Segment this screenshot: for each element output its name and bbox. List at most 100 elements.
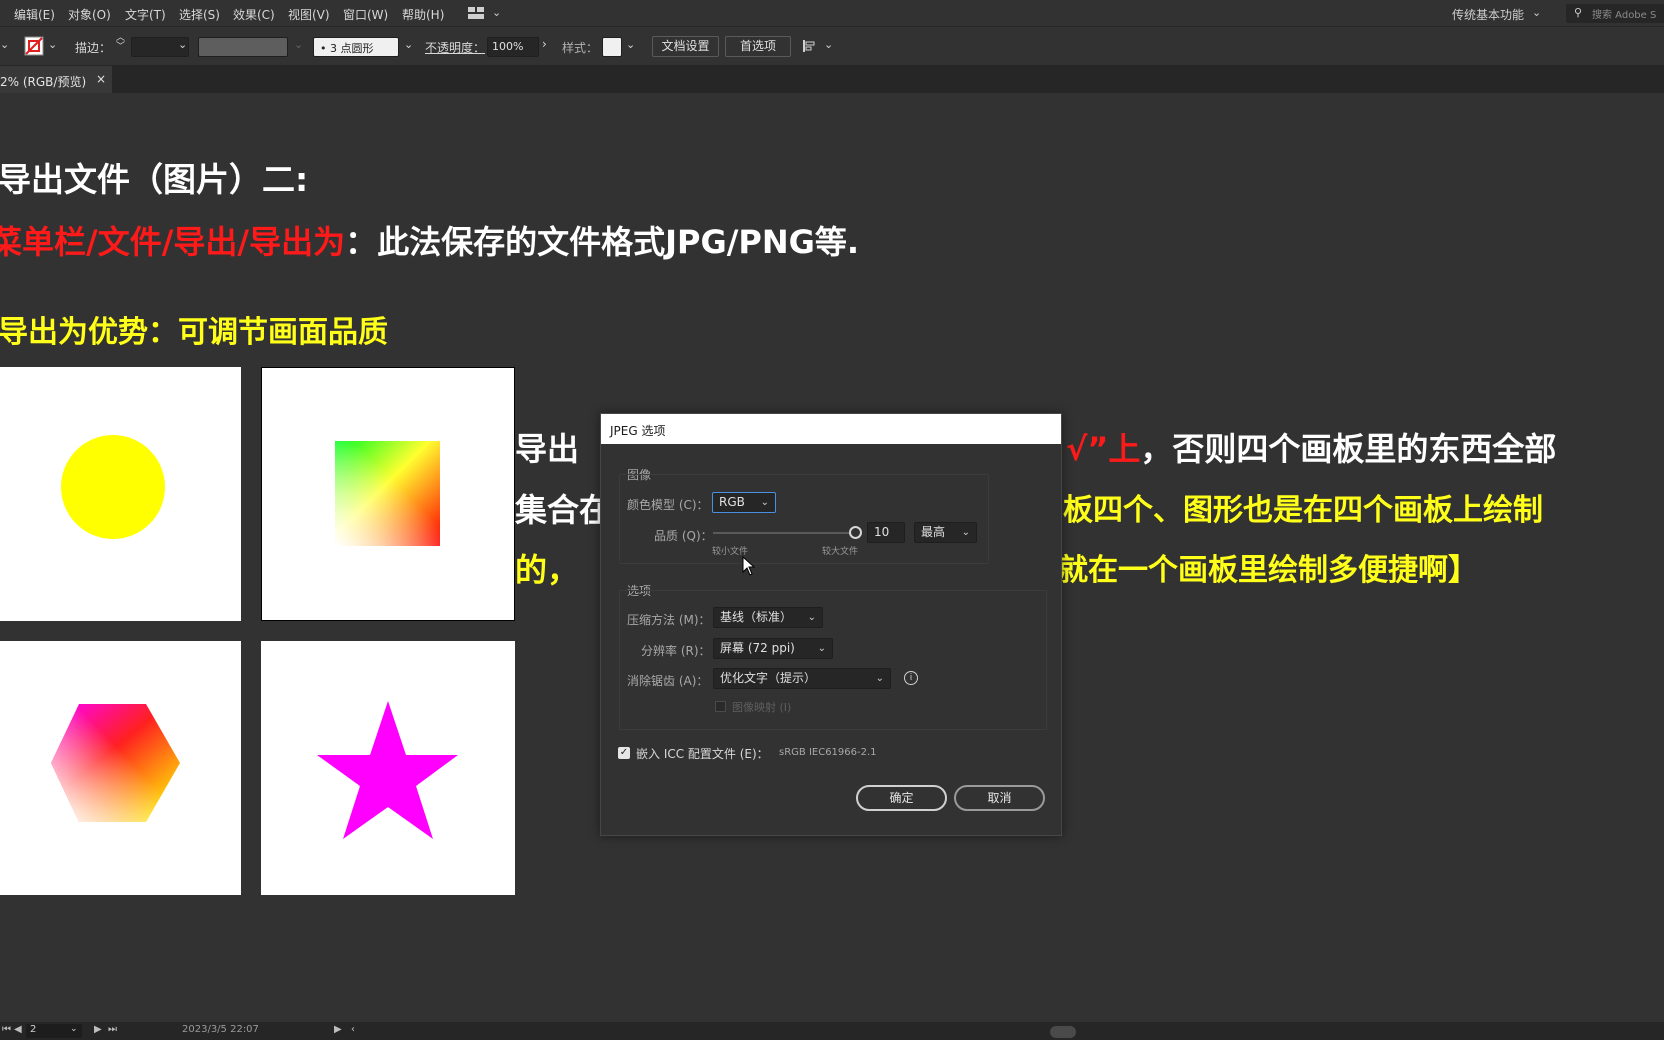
status-datetime: 2023/3/5 22:07 (182, 1024, 259, 1035)
line6-right-text: 就在一个画板里绘制多便捷啊】 (1058, 553, 1478, 588)
stroke-none-icon[interactable] (24, 36, 44, 56)
chevron-down-icon[interactable]: ⌄ (404, 38, 413, 51)
variable-width-profile[interactable] (198, 37, 288, 57)
cancel-button[interactable]: 取消 (954, 785, 1045, 811)
align-icon[interactable] (802, 39, 818, 53)
document-tab-label: 2% (RGB/预览) (0, 75, 87, 89)
embed-icc-checkbox[interactable]: ✓ (618, 747, 630, 759)
menu-edit[interactable]: 编辑(E) (14, 6, 55, 23)
workspace-switcher[interactable]: 传统基本功能 (1452, 6, 1524, 23)
magenta-star-shape[interactable] (261, 641, 515, 895)
menu-window[interactable]: 窗口(W) (343, 6, 388, 23)
quality-slider-track[interactable] (713, 532, 855, 534)
graphic-style-swatch[interactable] (602, 37, 622, 57)
quality-preset-select[interactable]: 最高 ⌄ (914, 522, 977, 543)
menu-type[interactable]: 文字(T) (125, 6, 166, 23)
horizontal-scrollbar-thumb[interactable] (1050, 1026, 1076, 1038)
line4-left-text: 导出 (515, 430, 580, 468)
last-artboard-icon[interactable]: ⏭ (108, 1024, 117, 1035)
artboard-2[interactable] (261, 367, 515, 621)
close-icon[interactable]: × (96, 72, 106, 86)
icc-profile-name: sRGB IEC61966-2.1 (779, 747, 877, 758)
menu-bar: 编辑(E) 对象(O) 文字(T) 选择(S) 效果(C) 视图(V) 窗口(W… (0, 0, 1664, 27)
color-model-label: 颜色模型 (C)： (627, 498, 709, 512)
first-artboard-icon[interactable]: ⏮ (2, 1024, 11, 1035)
larger-file-label: 较大文件 (822, 547, 859, 557)
chevron-down-icon[interactable]: ⌄ (824, 38, 833, 51)
line4-red-text: √”上 (1066, 430, 1141, 468)
line5-left-text: 集合在 (515, 491, 612, 529)
line6-left-text: 的， (515, 551, 580, 589)
stroke-label: 描边： (75, 41, 112, 55)
artboard-4[interactable] (261, 641, 515, 895)
mouse-cursor-icon (742, 556, 756, 576)
chevron-down-icon[interactable]: ⌄ (492, 6, 501, 19)
line4-white-text: ，否则四个画板里的东西全部 (1140, 430, 1557, 468)
quality-label: 品质 (Q)： (654, 529, 713, 543)
resolution-select[interactable]: 屏幕 (72 ppi) ⌄ (713, 638, 833, 659)
previous-artboard-icon[interactable]: ◀ (14, 1024, 22, 1035)
chevron-down-icon[interactable]: ⌄ (626, 38, 635, 51)
resolution-value: 屏幕 (72 ppi) (720, 641, 795, 655)
menu-effect[interactable]: 效果(C) (233, 6, 275, 23)
opacity-label[interactable]: 不透明度： (425, 39, 485, 56)
line5-right-text: 板四个、图形也是在四个画板上绘制 (1063, 493, 1543, 528)
status-menu-arrow-icon[interactable]: ▶ (334, 1024, 342, 1035)
chevron-down-icon: ⌄ (294, 38, 304, 51)
artboard-1[interactable] (0, 367, 241, 621)
heading-text: 导出文件（图片）二: (0, 160, 309, 199)
chevron-down-icon: ⌄ (807, 612, 816, 623)
chevron-down-icon[interactable]: ⌄ (48, 38, 57, 51)
document-tab[interactable]: 2% (RGB/预览) × (0, 66, 112, 93)
search-placeholder: 搜索 Adobe S (1592, 10, 1657, 21)
next-artboard-icon[interactable]: ▶ (94, 1024, 102, 1035)
image-map-checkbox (715, 701, 726, 712)
preferences-button[interactable]: 首选项 (725, 36, 791, 57)
quality-preset-value: 最高 (921, 525, 946, 539)
document-setup-button[interactable]: 文档设置 (652, 36, 719, 57)
gradient-hexagon-shape[interactable] (0, 641, 241, 895)
style-label: 样式： (562, 41, 599, 55)
chevron-down-icon: ⌄ (961, 527, 970, 538)
menu-object[interactable]: 对象(O) (68, 6, 111, 23)
chevron-down-icon: ⌄ (760, 497, 769, 508)
menu-select[interactable]: 选择(S) (179, 6, 220, 23)
menu-help[interactable]: 帮助(H) (402, 6, 444, 23)
color-model-select[interactable]: RGB ⌄ (712, 492, 776, 513)
color-model-value: RGB (719, 495, 745, 509)
yellow-circle-shape[interactable] (0, 367, 241, 621)
chevron-down-icon[interactable]: ⌄ (178, 38, 187, 51)
document-tab-bar: 2% (RGB/预览) × (0, 66, 1664, 93)
chevron-down-icon[interactable]: ⌄ (1532, 6, 1541, 19)
chevron-down-icon[interactable]: ⌄ (70, 1024, 78, 1034)
arrange-documents-icon[interactable] (468, 7, 484, 19)
search-icon: ⚲ (1574, 6, 1583, 19)
quality-input[interactable]: 10 (867, 522, 905, 543)
artboard-3[interactable] (0, 641, 241, 895)
stepper-icon[interactable]: ︿ ﹀ (116, 34, 125, 52)
artboard-navigation-field[interactable]: 2 ⌄ (26, 1024, 82, 1038)
menu-view[interactable]: 视图(V) (288, 6, 330, 23)
image-group (619, 474, 989, 564)
artboard-number: 2 (30, 1024, 37, 1035)
scroll-left-icon[interactable]: ‹ (351, 1024, 355, 1035)
antialias-select[interactable]: 优化文字（提示） ⌄ (713, 668, 891, 689)
chevron-down-icon: ⌄ (875, 673, 884, 684)
line2-red-text: 菜单栏/文件/导出/导出为 (0, 223, 346, 261)
ok-button[interactable]: 确定 (856, 785, 947, 811)
gradient-square-shape[interactable] (262, 368, 514, 620)
control-bar: ⌄ ⌄ 描边： ︿ ﹀ ⌄ ⌄ • 3 点圆形 ⌄ 不透明度： 100% › 样式… (0, 28, 1664, 66)
chevron-down-icon[interactable]: ⌄ (0, 38, 9, 51)
opacity-input[interactable]: 100% (487, 37, 539, 57)
dialog-title-bar[interactable]: JPEG 选项 (601, 414, 1061, 444)
embed-icc-label: 嵌入 ICC 配置文件 (E)： (636, 747, 769, 761)
antialias-label: 消除锯齿 (A)： (627, 674, 709, 688)
quality-slider-thumb[interactable] (849, 526, 862, 539)
brush-definition[interactable]: • 3 点圆形 (313, 37, 399, 57)
info-icon[interactable]: i (904, 671, 918, 685)
opacity-value: 100% (492, 40, 524, 53)
compression-select[interactable]: 基线（标准） ⌄ (713, 607, 823, 628)
status-bar: ⏮ ◀ 2 ⌄ ▶ ⏭ 2023/3/5 22:07 ▶ ‹ (0, 1022, 1664, 1040)
resolution-label: 分辨率 (R)： (641, 644, 711, 658)
chevron-right-icon[interactable]: › (542, 37, 547, 51)
